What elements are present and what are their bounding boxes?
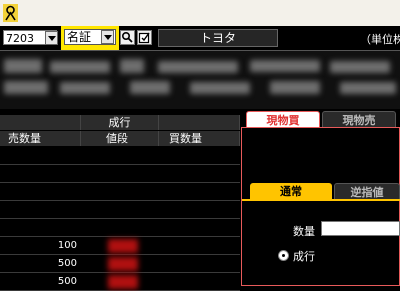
order-form [242, 199, 400, 286]
register-button[interactable] [137, 30, 152, 45]
book-header-right [159, 115, 240, 130]
table-row [0, 219, 240, 237]
subtab-normal[interactable]: 通常 [250, 183, 332, 200]
cell-price[interactable] [81, 165, 159, 183]
book-header-left [0, 115, 81, 130]
app-logo-icon [3, 4, 18, 22]
cell-buy-qty[interactable] [159, 165, 240, 183]
cell-sell-qty[interactable] [0, 201, 81, 219]
cell-buy-qty[interactable] [159, 273, 240, 291]
cell-sell-qty[interactable]: 100 [0, 237, 81, 255]
cell-buy-qty[interactable] [159, 255, 240, 273]
market-order-label: 成行 [293, 250, 315, 263]
toolbar: 7203 名証 トヨタ （単位株 [0, 26, 400, 51]
exchange-value: 名証 [67, 30, 92, 44]
order-book-table: 100 500 500 [0, 147, 240, 291]
subtab-stop-order[interactable]: 逆指値 [334, 183, 400, 200]
table-row [0, 147, 240, 165]
cell-price[interactable] [81, 183, 159, 201]
stock-code-dropdown-button[interactable] [45, 31, 58, 45]
cell-sell-qty[interactable] [0, 165, 81, 183]
cell-buy-qty[interactable] [159, 201, 240, 219]
search-button[interactable] [120, 30, 135, 45]
price-info-area-blurred [0, 51, 400, 109]
cell-sell-qty[interactable]: 500 [0, 255, 81, 273]
tab-spot-sell[interactable]: 現物売 [322, 111, 396, 128]
exchange-dropdown-button[interactable] [101, 30, 114, 44]
table-row [0, 183, 240, 201]
table-row [0, 165, 240, 183]
cell-buy-qty[interactable] [159, 237, 240, 255]
cell-price[interactable] [81, 219, 159, 237]
chevron-down-icon [103, 34, 112, 40]
table-row: 500 [0, 255, 240, 273]
exchange-selector-highlight: 名証 [61, 26, 119, 50]
quantity-label: 数量 [293, 225, 315, 238]
col-header-price: 値段 [81, 131, 159, 146]
cell-sell-qty[interactable]: 500 [0, 273, 81, 291]
tab-spot-buy[interactable]: 現物買 [246, 111, 320, 128]
cell-sell-qty[interactable] [0, 147, 81, 165]
stock-name-display: トヨタ [158, 29, 278, 47]
table-row: 100 [0, 237, 240, 255]
table-row [0, 201, 240, 219]
price-highlight-blurred [108, 275, 138, 289]
cell-buy-qty[interactable] [159, 183, 240, 201]
cell-sell-qty[interactable] [0, 219, 81, 237]
table-row: 500 [0, 273, 240, 291]
search-icon [121, 31, 133, 43]
title-bar [0, 0, 400, 26]
col-header-buy-qty: 買数量 [159, 131, 240, 146]
cell-sell-qty[interactable] [0, 183, 81, 201]
price-highlight-blurred [108, 257, 138, 271]
cell-price[interactable] [81, 201, 159, 219]
book-header-market: 成行 [81, 115, 159, 130]
cell-buy-qty[interactable] [159, 219, 240, 237]
unit-label: （単位株 [360, 33, 400, 46]
market-order-radio[interactable] [278, 250, 289, 261]
quantity-input[interactable] [321, 221, 400, 236]
col-header-sell-qty: 売数量 [0, 131, 81, 146]
price-highlight-blurred [108, 239, 138, 253]
cell-price[interactable] [81, 147, 159, 165]
chevron-down-icon [47, 35, 56, 41]
edit-icon [138, 32, 150, 44]
cell-buy-qty[interactable] [159, 147, 240, 165]
exchange-select[interactable]: 名証 [64, 29, 116, 45]
